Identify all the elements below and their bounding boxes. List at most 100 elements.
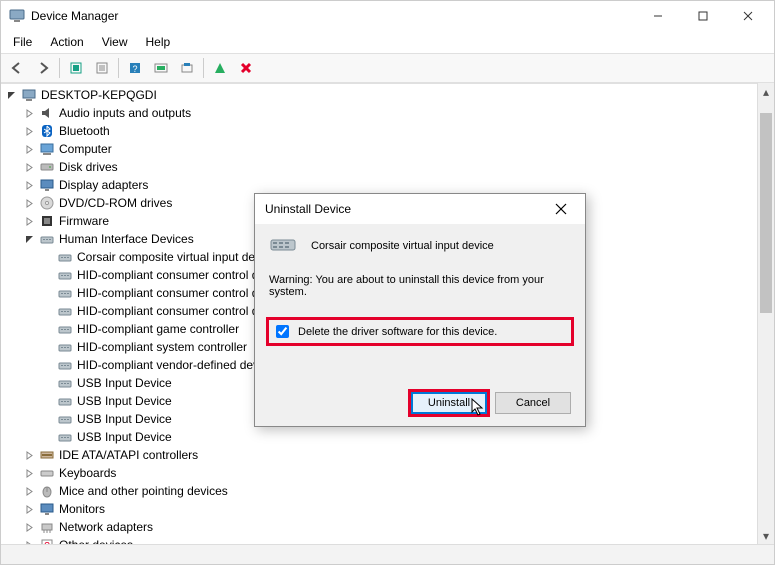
back-button[interactable] <box>5 56 29 80</box>
tree-item-label: USB Input Device <box>77 394 172 408</box>
tree-spacer <box>41 413 54 426</box>
tree-item[interactable]: Computer <box>1 140 774 158</box>
tree-spacer <box>41 305 54 318</box>
hid-icon <box>57 357 73 373</box>
collapse-icon[interactable] <box>5 89 18 102</box>
tree-spacer <box>41 323 54 336</box>
disk-icon <box>39 159 55 175</box>
scroll-up-icon[interactable]: ▴ <box>758 83 774 100</box>
tree-item-label: USB Input Device <box>77 376 172 390</box>
tree-item[interactable]: USB Input Device <box>1 428 774 446</box>
mouse-icon <box>39 483 55 499</box>
hid-icon <box>57 339 73 355</box>
expand-icon[interactable] <box>23 449 36 462</box>
expand-icon[interactable] <box>23 503 36 516</box>
tree-item[interactable]: Network adapters <box>1 518 774 536</box>
maximize-button[interactable] <box>680 2 725 30</box>
tree-spacer <box>41 251 54 264</box>
tree-item-label: HID-compliant game controller <box>77 322 239 336</box>
tree-item[interactable]: Display adapters <box>1 176 774 194</box>
toolbar: ? <box>1 53 774 83</box>
tree-item[interactable]: IDE ATA/ATAPI controllers <box>1 446 774 464</box>
tree-item-label: Disk drives <box>59 160 118 174</box>
device-icon <box>269 234 301 258</box>
window-title: Device Manager <box>31 9 635 23</box>
dialog-title: Uninstall Device <box>265 202 541 216</box>
net-icon <box>39 519 55 535</box>
hid-icon <box>57 411 73 427</box>
collapse-icon[interactable] <box>23 233 36 246</box>
vertical-scrollbar[interactable]: ▴ ▾ <box>757 83 774 544</box>
tree-item[interactable]: Audio inputs and outputs <box>1 104 774 122</box>
expand-icon[interactable] <box>23 125 36 138</box>
expand-icon[interactable] <box>23 485 36 498</box>
tree-item-label: DVD/CD-ROM drives <box>59 196 172 210</box>
tree-item-label: USB Input Device <box>77 430 172 444</box>
delete-driver-checkbox[interactable] <box>276 325 289 338</box>
tree-item-label: Audio inputs and outputs <box>59 106 191 120</box>
expand-icon[interactable] <box>23 179 36 192</box>
hid-icon <box>57 285 73 301</box>
forward-button[interactable] <box>31 56 55 80</box>
dialog-buttons: Uninstall Cancel <box>411 392 571 414</box>
tree-item[interactable]: Bluetooth <box>1 122 774 140</box>
scroll-thumb[interactable] <box>760 113 772 313</box>
show-hidden-icon[interactable] <box>64 56 88 80</box>
expand-icon[interactable] <box>23 521 36 534</box>
hid-icon <box>57 375 73 391</box>
tree-item-label: IDE ATA/ATAPI controllers <box>59 448 198 462</box>
audio-icon <box>39 105 55 121</box>
dialog-close-button[interactable] <box>541 195 581 223</box>
expand-icon[interactable] <box>23 161 36 174</box>
menu-file[interactable]: File <box>5 33 40 51</box>
tree-item-label: Mice and other pointing devices <box>59 484 228 498</box>
update-driver-icon[interactable] <box>175 56 199 80</box>
expand-icon[interactable] <box>23 143 36 156</box>
tree-item-label: Computer <box>59 142 112 156</box>
tree-spacer <box>41 377 54 390</box>
tree-item[interactable]: ?Other devices <box>1 536 774 544</box>
uninstall-device-icon[interactable] <box>234 56 258 80</box>
expand-icon[interactable] <box>23 467 36 480</box>
cancel-button[interactable]: Cancel <box>495 392 571 414</box>
tree-item-label: Bluetooth <box>59 124 110 138</box>
tree-item-label: DESKTOP-KEPQGDI <box>41 88 157 102</box>
display-icon <box>39 177 55 193</box>
expand-icon[interactable] <box>23 107 36 120</box>
tree-item[interactable]: Mice and other pointing devices <box>1 482 774 500</box>
hid-icon <box>57 429 73 445</box>
dialog-body: Corsair composite virtual input device W… <box>255 224 585 353</box>
tree-item-label: USB Input Device <box>77 412 172 426</box>
scroll-down-icon[interactable]: ▾ <box>758 527 774 544</box>
close-button[interactable] <box>725 2 770 30</box>
expand-icon[interactable] <box>23 197 36 210</box>
statusbar <box>1 544 774 564</box>
tree-root[interactable]: DESKTOP-KEPQGDI <box>1 86 774 104</box>
menu-help[interactable]: Help <box>138 33 179 51</box>
tree-item-label: Monitors <box>59 502 105 516</box>
menu-view[interactable]: View <box>94 33 136 51</box>
toolbar-separator <box>203 58 204 78</box>
tree-item-label: Display adapters <box>59 178 148 192</box>
tree-spacer <box>41 395 54 408</box>
properties-icon[interactable] <box>90 56 114 80</box>
bt-icon <box>39 123 55 139</box>
fw-icon <box>39 213 55 229</box>
kb-icon <box>39 465 55 481</box>
tree-item[interactable]: Monitors <box>1 500 774 518</box>
enable-device-icon[interactable] <box>208 56 232 80</box>
hid-icon <box>57 249 73 265</box>
tree-item[interactable]: Keyboards <box>1 464 774 482</box>
scan-hardware-icon[interactable] <box>149 56 173 80</box>
help-icon[interactable]: ? <box>123 56 147 80</box>
uninstall-button[interactable]: Uninstall <box>411 392 487 414</box>
pc-icon <box>21 87 37 103</box>
tree-item-label: HID-compliant vendor-defined device <box>77 358 274 372</box>
menu-action[interactable]: Action <box>42 33 91 51</box>
window-controls <box>635 2 770 30</box>
tree-item-label: Keyboards <box>59 466 116 480</box>
tree-item[interactable]: Disk drives <box>1 158 774 176</box>
expand-icon[interactable] <box>23 215 36 228</box>
minimize-button[interactable] <box>635 2 680 30</box>
dialog-device-name: Corsair composite virtual input device <box>311 240 494 252</box>
